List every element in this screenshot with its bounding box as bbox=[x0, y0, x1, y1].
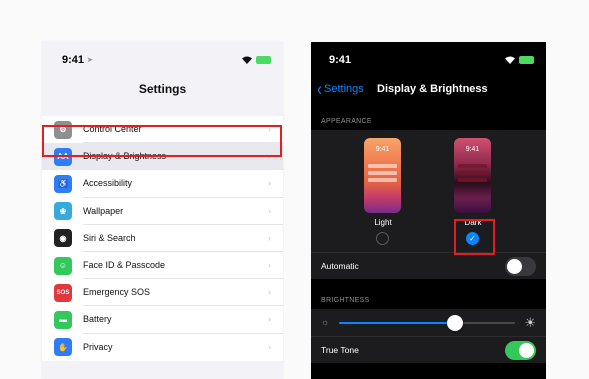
preview-widget bbox=[458, 171, 487, 175]
settings-row-label: Siri & Search bbox=[83, 225, 283, 252]
settings-row[interactable]: ♿ Accessibility › bbox=[42, 170, 283, 198]
light-label: Light bbox=[374, 218, 392, 227]
battery-status-icon bbox=[519, 56, 534, 64]
preview-widget bbox=[458, 164, 487, 168]
chevron-right-icon: › bbox=[268, 124, 271, 134]
settings-row[interactable]: ◉ Siri & Search › bbox=[42, 224, 283, 252]
settings-row[interactable]: ▬ Battery › bbox=[42, 306, 283, 334]
chevron-left-icon: ‹ bbox=[317, 77, 322, 101]
brightness-slider-row: ☼ ☀ bbox=[311, 309, 546, 336]
light-radio[interactable] bbox=[376, 232, 389, 245]
settings-row-label: Wallpaper bbox=[83, 198, 283, 225]
back-label: Settings bbox=[324, 83, 364, 95]
nav-title: Display & Brightness bbox=[377, 83, 488, 95]
hand-icon: ✋ bbox=[54, 338, 72, 357]
toggle-knob bbox=[507, 259, 522, 274]
settings-screen: 9:41 ➤ Settings ⚙ Control Center › AA Displa… bbox=[42, 42, 283, 379]
settings-row-label: Battery bbox=[83, 306, 283, 334]
toggle-knob bbox=[519, 343, 534, 358]
chevron-right-icon: › bbox=[268, 341, 271, 352]
sun-large-icon: ☀ bbox=[524, 315, 536, 330]
location-icon: ➤ bbox=[87, 57, 93, 64]
automatic-toggle[interactable] bbox=[505, 257, 536, 276]
automatic-row: Automatic bbox=[311, 252, 546, 279]
battery-icon: ▬ bbox=[54, 310, 72, 329]
settings-row[interactable]: ⚙ Control Center › bbox=[42, 116, 283, 144]
preview-widget bbox=[368, 171, 397, 175]
chevron-right-icon: › bbox=[268, 151, 271, 162]
slider-knob[interactable] bbox=[447, 315, 464, 331]
wallpaper-icon: ❀ bbox=[54, 202, 72, 221]
sun-small-icon: ☼ bbox=[321, 317, 330, 327]
brightness-slider[interactable] bbox=[339, 315, 515, 331]
page-title: Settings bbox=[138, 82, 187, 96]
text-size-icon: AA bbox=[54, 147, 72, 166]
chevron-right-icon: › bbox=[268, 178, 271, 189]
status-time: 9:41 bbox=[62, 54, 85, 66]
sos-icon: SOS bbox=[54, 283, 72, 302]
battery-status-icon bbox=[256, 56, 271, 64]
settings-row[interactable]: ✋ Privacy › bbox=[42, 333, 283, 361]
preview-time: 9:41 bbox=[375, 146, 390, 153]
status-time: 9:41 bbox=[329, 54, 352, 66]
dark-mode-preview[interactable]: 9:41 bbox=[454, 138, 491, 213]
automatic-label: Automatic bbox=[321, 261, 359, 271]
light-mode-preview[interactable]: 9:41 bbox=[364, 138, 401, 213]
checkmark-icon: ✓ bbox=[469, 234, 476, 243]
preview-time: 9:41 bbox=[465, 146, 480, 153]
appearance-section: 9:41 9:41 Light Dark ✓ bbox=[311, 130, 546, 252]
true-tone-toggle[interactable] bbox=[505, 341, 536, 360]
face-id-icon: ☺ bbox=[54, 256, 72, 275]
settings-row-label: Control Center bbox=[83, 116, 283, 144]
status-bar-dark: 9:41 bbox=[311, 42, 546, 78]
chevron-right-icon: › bbox=[268, 205, 271, 216]
wifi-icon bbox=[242, 56, 252, 64]
chevron-right-icon: › bbox=[268, 314, 271, 325]
chevron-right-icon: › bbox=[268, 259, 271, 270]
brightness-header: BRIGHTNESS bbox=[321, 297, 370, 304]
wifi-icon bbox=[505, 56, 515, 64]
siri-icon: ◉ bbox=[54, 229, 72, 248]
appearance-header: APPEARANCE bbox=[321, 118, 372, 125]
settings-list: ⚙ Control Center › AA Display & Brightness › ♿… bbox=[42, 116, 283, 361]
status-bar: 9:41 ➤ bbox=[42, 42, 283, 78]
settings-row-label: Display & Brightness bbox=[83, 143, 283, 171]
nav-bar: ‹ Settings Display & Brightness bbox=[311, 78, 546, 100]
settings-row-label: Accessibility bbox=[83, 170, 283, 198]
accessibility-icon: ♿ bbox=[54, 174, 72, 193]
true-tone-row: True Tone bbox=[311, 336, 546, 363]
dark-radio-checked[interactable]: ✓ bbox=[466, 232, 479, 245]
settings-row-label: Face ID & Passcode bbox=[83, 252, 283, 280]
chevron-right-icon: › bbox=[268, 287, 271, 298]
settings-row-label: Privacy bbox=[83, 342, 113, 353]
settings-row[interactable]: ❀ Wallpaper › bbox=[42, 197, 283, 225]
settings-row[interactable]: AA Display & Brightness › bbox=[42, 143, 283, 171]
chevron-right-icon: › bbox=[268, 232, 271, 243]
display-brightness-screen: 9:41 ‹ Settings Display & Brightness APP… bbox=[311, 42, 546, 379]
preview-widget bbox=[458, 178, 487, 182]
switches-icon: ⚙ bbox=[54, 120, 72, 139]
back-button[interactable]: ‹ Settings bbox=[317, 77, 364, 101]
preview-widget bbox=[368, 164, 397, 168]
slider-fill bbox=[339, 322, 456, 324]
settings-row-label: Emergency SOS bbox=[83, 279, 283, 307]
preview-widget bbox=[368, 178, 397, 182]
settings-row[interactable]: SOS Emergency SOS › bbox=[42, 279, 283, 307]
true-tone-label: True Tone bbox=[321, 345, 359, 355]
dark-label: Dark bbox=[464, 218, 482, 227]
settings-row[interactable]: ☺ Face ID & Passcode › bbox=[42, 251, 283, 280]
